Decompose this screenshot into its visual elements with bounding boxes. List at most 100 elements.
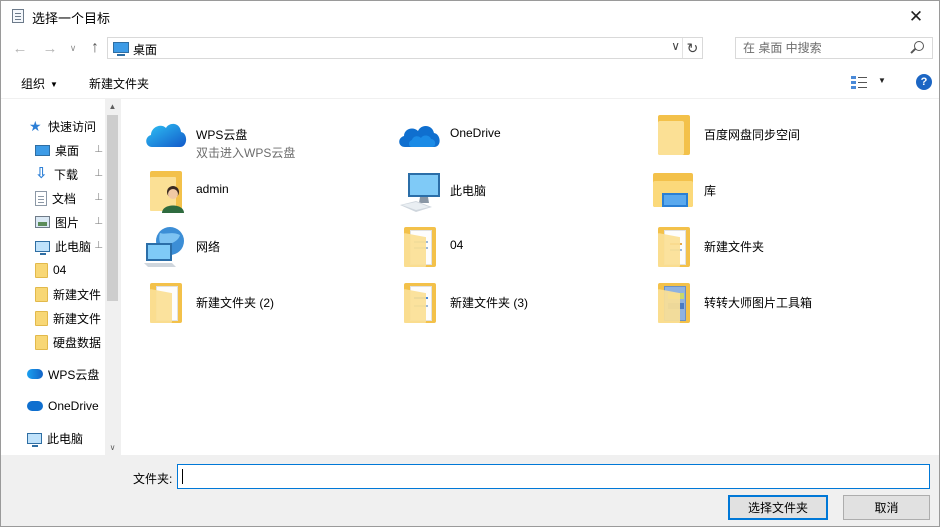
select-folder-button[interactable]: 选择文件夹	[728, 495, 828, 520]
list-item-onedrive[interactable]: OneDrive	[396, 111, 616, 165]
forward-button[interactable]: →	[40, 38, 60, 58]
sidebar-item-label: 快速访问	[48, 119, 97, 134]
folder-icon	[35, 262, 48, 278]
file-list: WPS云盘 双击进入WPS云盘 OneDrive 百度网盘同步空间 admin …	[122, 99, 939, 455]
close-button[interactable]: ✕	[893, 1, 939, 32]
item-name: WPS云盘	[196, 128, 248, 142]
back-button[interactable]: ←	[10, 38, 30, 58]
organize-menu[interactable]: 组织 ▼	[21, 75, 58, 92]
breadcrumb-desktop[interactable]: 桌面	[133, 41, 157, 58]
sidebar-item-onedrive[interactable]: OneDrive	[27, 395, 105, 417]
new-folder-button[interactable]: 新建文件夹	[89, 75, 149, 92]
item-name: OneDrive	[450, 126, 501, 140]
sidebar-item-this-pc-pinned[interactable]: 此电脑 ⊥	[35, 235, 103, 257]
list-item-wps-cloud[interactable]: WPS云盘 双击进入WPS云盘	[142, 111, 362, 165]
sidebar-item-label: 桌面	[55, 143, 80, 158]
scroll-down-icon[interactable]: ∨	[105, 440, 120, 455]
pin-icon: ⊥	[94, 144, 103, 155]
list-item-zhuanzhuan-toolbox[interactable]: 转转大师图片工具箱	[650, 279, 880, 333]
item-name: 新建文件夹 (3)	[450, 296, 529, 310]
dialog-title: 选择一个目标	[32, 11, 111, 26]
document-icon	[35, 190, 47, 206]
organize-label: 组织	[21, 77, 46, 91]
address-bar[interactable]: 桌面 ∨ ↻	[107, 37, 703, 59]
pin-icon: ⊥	[94, 168, 103, 179]
sidebar-item-this-pc[interactable]: 此电脑	[27, 427, 105, 449]
address-dropdown-button[interactable]: ∨	[671, 39, 680, 57]
item-name: 转转大师图片工具箱	[704, 296, 813, 310]
sidebar-item-label: 下载	[54, 167, 79, 182]
download-icon: ⇩	[35, 165, 48, 182]
list-item-admin[interactable]: admin	[142, 167, 362, 221]
sidebar-item-downloads[interactable]: ⇩ 下载 ⊥	[35, 163, 103, 185]
search-box	[735, 37, 933, 59]
sidebar-item-wps-cloud[interactable]: WPS云盘	[27, 363, 105, 385]
folder-name-input[interactable]	[177, 464, 930, 489]
search-icon[interactable]	[914, 41, 924, 51]
pictures-icon	[35, 216, 50, 228]
folder-icon	[658, 115, 690, 155]
folder-icon	[150, 283, 182, 323]
sidebar-item-label: 此电脑	[55, 239, 92, 254]
item-name: 新建文件夹	[704, 240, 765, 254]
computer-icon	[27, 432, 42, 447]
pin-icon: ⊥	[94, 240, 103, 251]
list-item-new-folder-3[interactable]: 新建文件夹 (3)	[396, 279, 616, 333]
sidebar-item-label: 04	[53, 263, 67, 277]
folder-icon	[35, 310, 48, 326]
onedrive-icon	[27, 401, 43, 411]
sidebar-item-folder-04[interactable]: 04	[35, 259, 103, 281]
item-name: 库	[704, 184, 717, 198]
sidebar-item-label: 此电脑	[47, 431, 84, 446]
sidebar-item-label: 新建文件	[53, 311, 102, 326]
help-button[interactable]: ?	[916, 74, 932, 90]
desktop-icon	[113, 42, 129, 56]
folder-field-label: 文件夹:	[133, 472, 173, 486]
folder-icon	[658, 227, 690, 267]
sidebar-item-new-folder-1[interactable]: 新建文件	[35, 283, 103, 305]
list-item-network[interactable]: 网络	[142, 223, 362, 277]
item-name: 百度网盘同步空间	[704, 128, 801, 142]
item-name: 04	[450, 238, 464, 252]
folder-icon	[404, 227, 436, 267]
sidebar-item-quick-access[interactable]: ★ 快速访问	[29, 115, 105, 137]
view-options-icon[interactable]	[851, 75, 867, 89]
onedrive-icon	[399, 125, 440, 147]
list-item-this-pc[interactable]: 此电脑	[396, 167, 616, 221]
wps-cloud-icon	[27, 369, 43, 379]
pin-icon: ⊥	[94, 216, 103, 227]
up-button[interactable]: ↑	[85, 38, 105, 58]
search-input[interactable]	[736, 38, 906, 58]
navigation-scrollbar[interactable]: ▲ ∨	[105, 99, 120, 455]
text-cursor	[182, 469, 183, 484]
refresh-button[interactable]: ↻	[682, 38, 702, 58]
folder-icon	[404, 283, 436, 323]
list-item-library[interactable]: 库	[650, 167, 880, 221]
list-item-new-folder-2[interactable]: 新建文件夹 (2)	[142, 279, 362, 333]
recent-locations-button[interactable]: ∨	[66, 38, 80, 58]
sidebar-item-pictures[interactable]: 图片 ⊥	[35, 211, 103, 233]
computer-icon	[400, 173, 440, 212]
sidebar-item-label: 文档	[52, 191, 77, 206]
navigation-pane: ★ 快速访问 桌面 ⊥ ⇩ 下载 ⊥ 文档 ⊥ 图片 ⊥ 此电脑 ⊥ 04 新建…	[1, 99, 121, 455]
view-menu-chevron-icon[interactable]: ▼	[878, 76, 886, 85]
cancel-button[interactable]: 取消	[843, 495, 930, 520]
pin-icon: ⊥	[94, 192, 103, 203]
list-item-folder-04[interactable]: 04	[396, 223, 616, 277]
scrollbar-thumb[interactable]	[107, 115, 118, 301]
sidebar-item-new-folder-2[interactable]: 新建文件	[35, 307, 103, 329]
list-item-baidu-sync[interactable]: 百度网盘同步空间	[650, 111, 880, 165]
chevron-down-icon: ▼	[50, 80, 58, 89]
sidebar-item-label: 硬盘数据	[53, 335, 102, 350]
sidebar-item-documents[interactable]: 文档 ⊥	[35, 187, 103, 209]
dialog-footer: 文件夹: 选择文件夹 取消	[1, 455, 939, 526]
sidebar-item-desktop[interactable]: 桌面 ⊥	[35, 139, 103, 161]
scroll-up-icon[interactable]: ▲	[105, 99, 120, 114]
item-name: 新建文件夹 (2)	[196, 296, 275, 310]
title-bar: 选择一个目标 ✕	[1, 1, 939, 32]
sidebar-item-disk-data[interactable]: 硬盘数据	[35, 331, 103, 353]
list-item-new-folder[interactable]: 新建文件夹	[650, 223, 880, 277]
folder-icon	[35, 334, 48, 350]
sidebar-item-label: 图片	[55, 215, 80, 230]
command-bar: 组织 ▼ 新建文件夹 ▼ ?	[1, 65, 939, 99]
